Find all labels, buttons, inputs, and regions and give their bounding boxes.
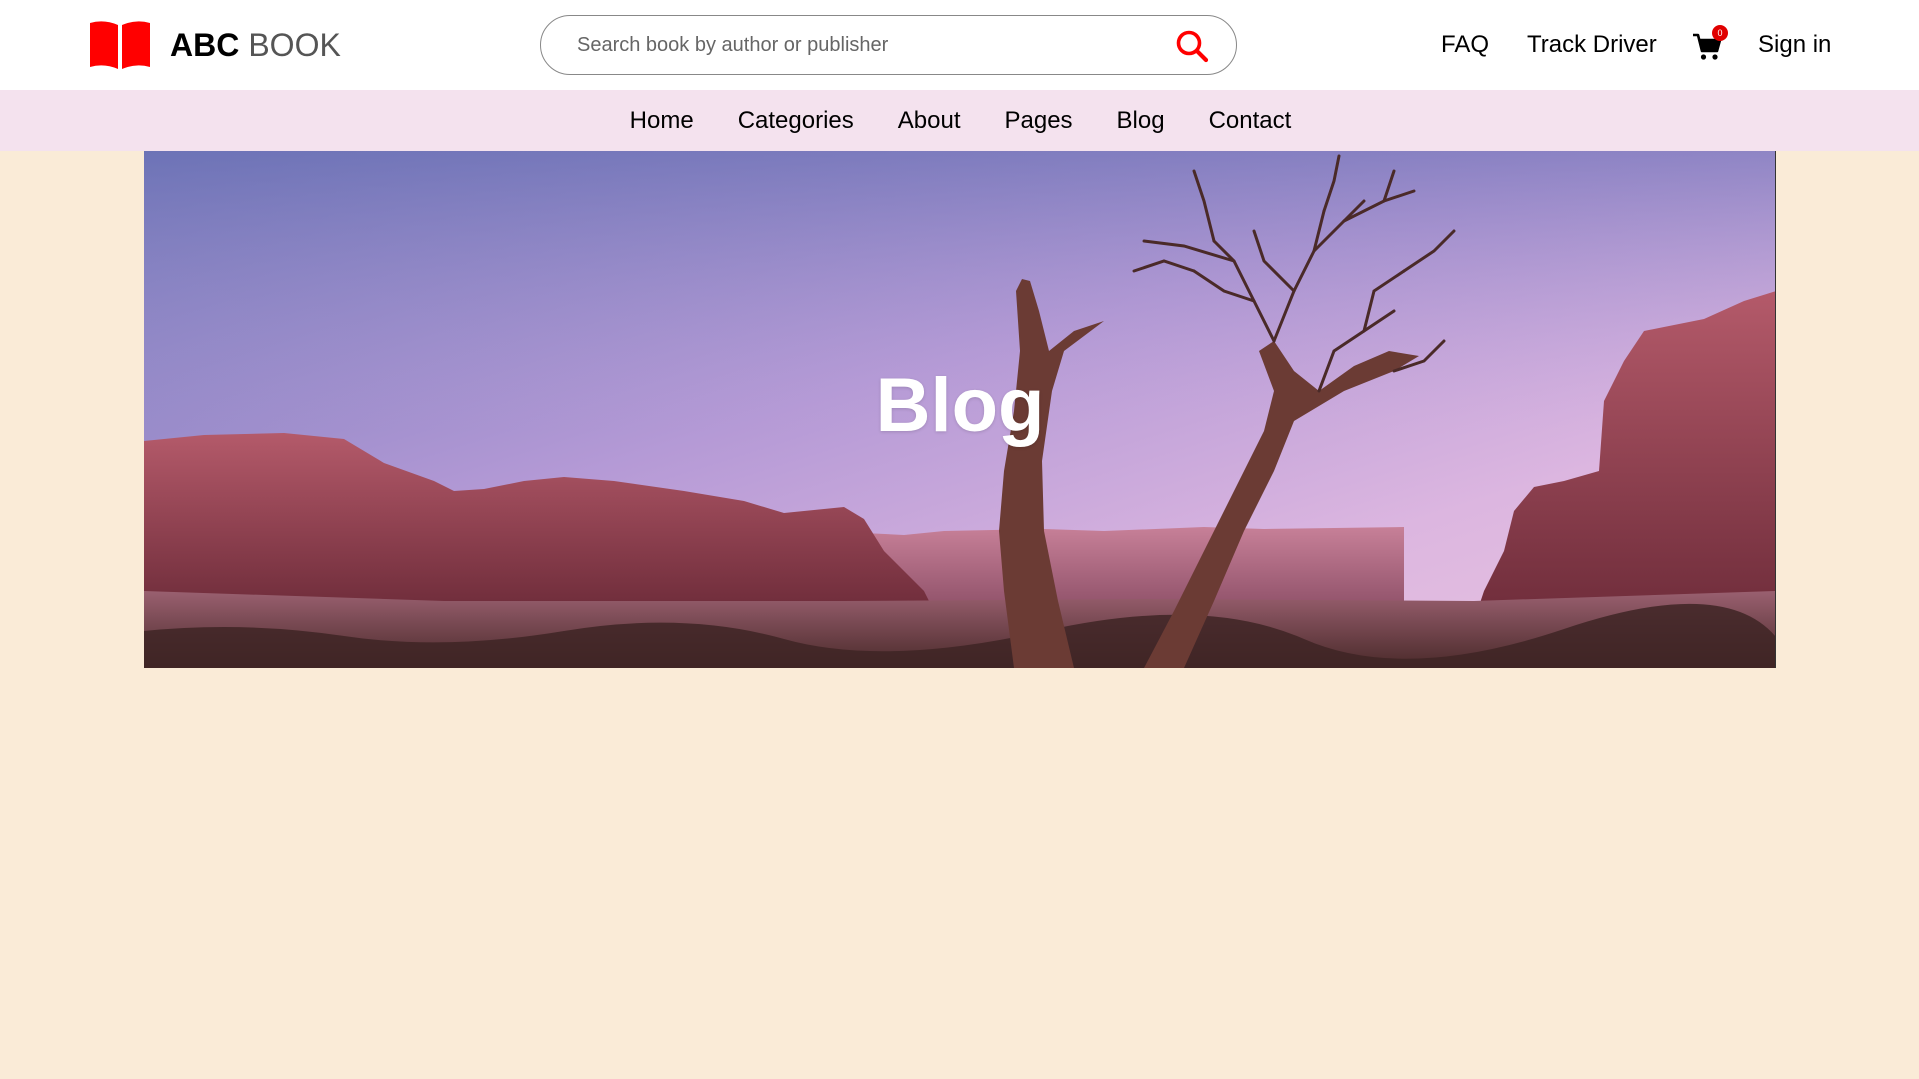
header-links: FAQ Track Driver 0 Sign in <box>0 20 1919 70</box>
main-nav: Home Categories About Pages Blog Contact <box>0 90 1919 151</box>
hero-banner: Blog <box>144 151 1776 668</box>
faq-link[interactable]: FAQ <box>1441 20 1489 70</box>
track-driver-link[interactable]: Track Driver <box>1527 20 1657 70</box>
nav-item-home[interactable]: Home <box>630 107 694 135</box>
nav-item-blog[interactable]: Blog <box>1117 107 1165 135</box>
top-header: ABCBOOK FAQ Track Driver 0 Sign in <box>0 0 1919 90</box>
cart-button[interactable]: 0 <box>1692 25 1728 60</box>
page-title: Blog <box>875 363 1045 448</box>
nav-item-about[interactable]: About <box>898 107 961 135</box>
nav-item-categories[interactable]: Categories <box>738 107 854 135</box>
cart-count-badge: 0 <box>1712 25 1728 41</box>
nav-item-pages[interactable]: Pages <box>1004 107 1072 135</box>
nav-list: Home Categories About Pages Blog Contact <box>0 90 1919 151</box>
sign-in-link[interactable]: Sign in <box>1758 20 1831 70</box>
nav-item-contact[interactable]: Contact <box>1209 107 1292 135</box>
